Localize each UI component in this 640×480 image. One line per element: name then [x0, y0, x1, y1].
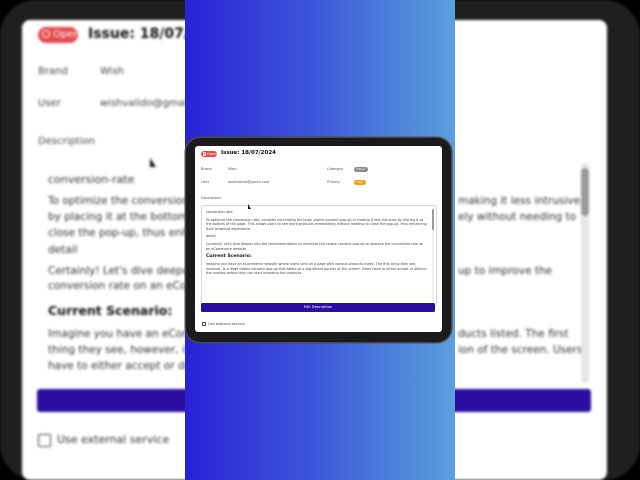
background-desc-p5-line2: thing they see, however, is a l: [48, 344, 207, 356]
background-desc-p5-right1: ducts listed. The first: [458, 328, 569, 340]
background-desc-p5-right2: ion of the screen. Users: [458, 344, 583, 356]
background-description-label: Description: [38, 136, 95, 147]
user-value: wishvalido@gmail.com: [228, 180, 270, 184]
priority-select[interactable]: High: [354, 179, 366, 185]
background-desc-heading: Current Scenario:: [48, 303, 173, 318]
background-desc-p2-right1: making it less intrusive: [458, 195, 581, 207]
description-textarea[interactable]: conversion-rate To optimize the conversi…: [201, 205, 437, 305]
mouse-cursor-icon: [248, 204, 251, 209]
description-content: conversion-rate To optimize the conversi…: [206, 210, 428, 279]
brand-value: Wish: [228, 167, 237, 171]
scrollbar-thumb[interactable]: [431, 209, 434, 230]
background-brand-value: Wish: [100, 66, 124, 77]
page-title: Issue: 18/07/2024: [221, 150, 276, 156]
priority-label: Priority: [327, 180, 340, 184]
open-circle-icon: [202, 152, 207, 156]
use-external-service-label: Use external service: [208, 322, 245, 326]
background-desc-p2-line1: To optimize the conversion rat: [48, 195, 208, 207]
background-checkbox: [38, 434, 51, 447]
background-open-badge: Open: [38, 27, 80, 43]
description-paragraph: Certainly! Let's dive deeper into the re…: [206, 241, 424, 251]
description-label: Description: [201, 196, 222, 200]
description-heading: Current Scenario:: [206, 254, 252, 260]
user-label: User: [201, 180, 210, 184]
status-badge: Open: [201, 151, 217, 157]
background-scrollbar-thumb: [581, 168, 589, 216]
brand-label: Brand: [201, 167, 212, 171]
description-paragraph: conversion-rate: [206, 210, 233, 214]
background-desc-p2-line2: by placing it at the bottom of: [48, 211, 202, 223]
background-brand-label: Brand: [38, 66, 68, 77]
description-paragraph: detail: [206, 234, 216, 239]
background-desc-p2-line3: close the pop-up, thus enhanc: [48, 227, 208, 239]
description-paragraph: Imagine you have an eCommerce website wh…: [206, 262, 427, 276]
background-external-label: Use external service: [57, 433, 170, 446]
background-desc-p4-right: up to improve the: [458, 265, 553, 277]
category-label: Category: [327, 167, 344, 171]
background-desc-p4-line2: conversion rate on an eComm: [48, 280, 207, 292]
background-desc-p2-right2: ely without needing to: [458, 211, 577, 223]
edit-description-button[interactable]: Edit Description: [201, 303, 435, 312]
category-select[interactable]: Other: [354, 166, 368, 172]
description-paragraph: To optimize the conversion rate, conside…: [206, 217, 427, 231]
background-desc-p4-line1: Certainly! Let's dive deeper in: [48, 265, 207, 277]
background-user-label: User: [38, 98, 61, 109]
background-mouse-cursor: [150, 158, 156, 167]
use-external-service-checkbox[interactable]: [202, 322, 206, 326]
issue-detail-screen: Open Issue: 18/07/2024 Brand Wish Catego…: [195, 146, 442, 332]
background-desc-p3: detail: [48, 244, 78, 256]
background-desc-p1: conversion-rate: [48, 173, 135, 186]
status-label: Open: [207, 151, 218, 156]
